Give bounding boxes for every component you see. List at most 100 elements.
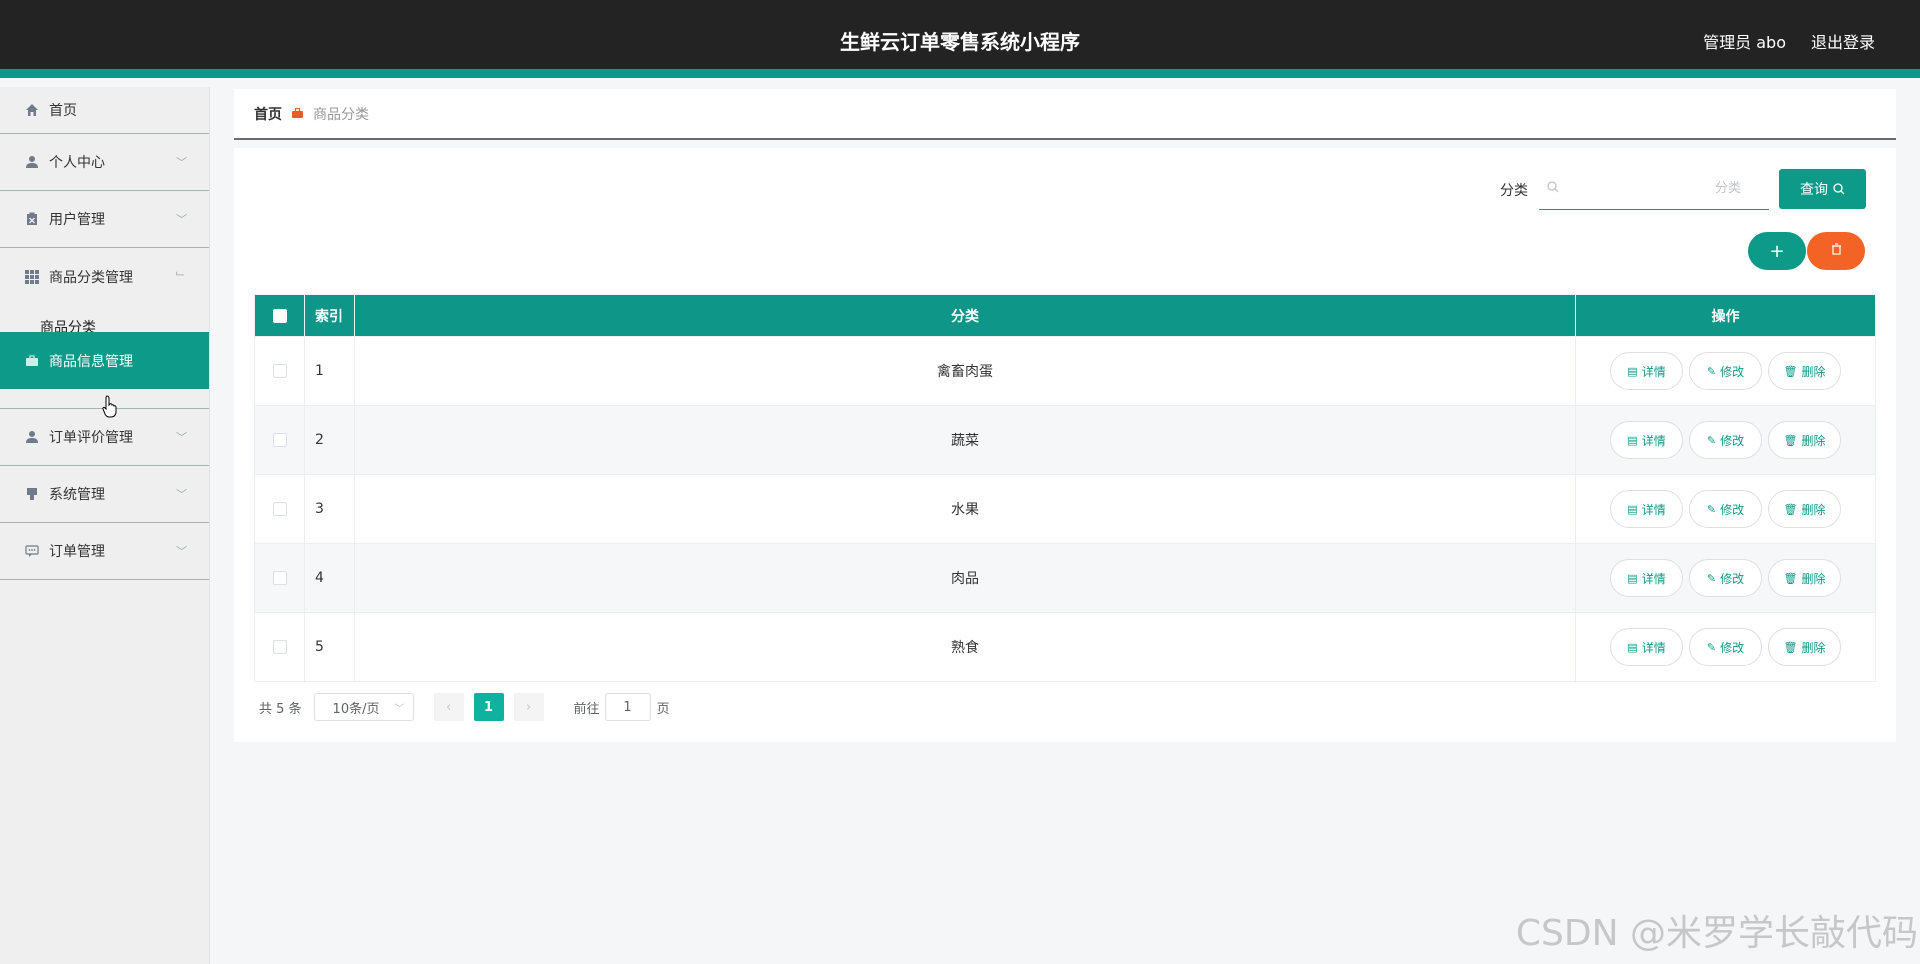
- table-row: 3 水果 ▤ 详情 ✎ 修改 🗑 删除: [254, 474, 1876, 544]
- sidebar: 首页 个人中心 ﹀ 用户管理 ﹀ 商品分类管理 ﹂ 商品分类 商品信息管理 订单: [0, 87, 210, 964]
- pencil-icon: ✎: [1706, 502, 1717, 516]
- batch-delete-button[interactable]: [1807, 232, 1865, 270]
- sidebar-item-label: 商品分类管理: [49, 269, 133, 286]
- top-header: 生鲜云订单零售系统小程序 管理员 abo 退出登录: [0, 0, 1920, 78]
- user-icon: [24, 429, 40, 445]
- edit-label: 修改: [1720, 502, 1745, 517]
- edit-button[interactable]: ✎ 修改: [1689, 559, 1762, 597]
- logout-link[interactable]: 退出登录: [1811, 29, 1875, 53]
- delete-button[interactable]: 🗑 删除: [1768, 421, 1841, 459]
- add-button[interactable]: +: [1748, 232, 1806, 270]
- page-size-select[interactable]: 10条/页 ﹀: [313, 693, 414, 721]
- edit-label: 修改: [1720, 364, 1745, 379]
- edit-button[interactable]: ✎ 修改: [1689, 421, 1762, 459]
- search-icon: [1833, 183, 1845, 195]
- edit-button[interactable]: ✎ 修改: [1689, 352, 1762, 390]
- detail-button[interactable]: ▤ 详情: [1610, 628, 1683, 666]
- chevron-down-icon: ﹀: [176, 431, 187, 444]
- detail-label: 详情: [1641, 502, 1666, 517]
- delete-button[interactable]: 🗑 删除: [1768, 490, 1841, 528]
- sidebar-item-label: 订单管理: [49, 544, 105, 560]
- sidebar-item-category-management[interactable]: 商品分类管理 ﹂: [0, 248, 209, 305]
- sidebar-item-user-management[interactable]: 用户管理 ﹀: [0, 191, 209, 248]
- row-checkbox[interactable]: [272, 433, 287, 447]
- sidebar-item-home[interactable]: 首页: [0, 87, 209, 134]
- detail-label: 详情: [1641, 640, 1666, 655]
- search-input[interactable]: [1559, 181, 1749, 196]
- sidebar-item-product-info[interactable]: 商品信息管理: [0, 332, 209, 389]
- detail-button[interactable]: ▤ 详情: [1610, 352, 1683, 390]
- select-all-cell: [254, 294, 305, 337]
- pencil-icon: ✎: [1706, 364, 1717, 378]
- header-index: 索引: [304, 294, 355, 337]
- query-button[interactable]: 查询: [1779, 169, 1866, 209]
- trash-icon: 🗑: [1783, 640, 1798, 654]
- trash-icon: 🗑: [1783, 502, 1798, 516]
- breadcrumb: 首页 商品分类: [234, 89, 1896, 140]
- row-category: 蔬菜: [354, 405, 1576, 475]
- edit-label: 修改: [1720, 640, 1745, 655]
- detail-button[interactable]: ▤ 详情: [1610, 490, 1683, 528]
- search-field: [1539, 168, 1769, 210]
- detail-button[interactable]: ▤ 详情: [1610, 421, 1683, 459]
- prev-page-button[interactable]: ‹: [433, 693, 464, 721]
- page-number-current[interactable]: 1: [473, 693, 504, 721]
- sidebar-item-system[interactable]: 系统管理 ﹀: [0, 466, 209, 523]
- row-category: 肉品: [354, 543, 1576, 613]
- row-checkbox[interactable]: [272, 502, 287, 516]
- delete-label: 删除: [1801, 433, 1826, 448]
- row-check-cell: [254, 336, 305, 406]
- plus-icon: +: [1769, 240, 1785, 262]
- clipboard-icon: [24, 211, 40, 227]
- sidebar-item-label: 商品信息管理: [49, 353, 133, 370]
- pencil-icon: ✎: [1706, 571, 1717, 585]
- row-category: 水果: [354, 474, 1576, 544]
- row-checkbox[interactable]: [272, 640, 287, 654]
- sidebar-subitem-label: 商品分类: [40, 320, 96, 332]
- row-index: 3: [304, 474, 355, 544]
- delete-button[interactable]: 🗑 删除: [1768, 352, 1841, 390]
- trash-icon: 🗑: [1783, 571, 1798, 585]
- header-ops: 操作: [1575, 294, 1876, 337]
- row-checkbox[interactable]: [272, 364, 287, 378]
- home-icon: [24, 102, 40, 118]
- table-row: 1 禽畜肉蛋 ▤ 详情 ✎ 修改 🗑 删除: [254, 336, 1876, 406]
- main-panel: 分类 查询 + 索引 分类 操作 1禽畜肉蛋▤详情✎修改🗑删除2蔬菜▤详情✎修改…: [234, 148, 1896, 742]
- select-all-checkbox[interactable]: [272, 308, 287, 323]
- row-ops: ▤ 详情 ✎ 修改 🗑 删除: [1575, 336, 1876, 406]
- sidebar-item-order-management[interactable]: 订单管理 ﹀: [0, 523, 209, 580]
- breadcrumb-home[interactable]: 首页: [254, 104, 282, 124]
- goto-unit: 页: [656, 701, 670, 717]
- row-check-cell: [254, 612, 305, 682]
- row-index: 5: [304, 612, 355, 682]
- next-page-button[interactable]: ›: [513, 693, 544, 721]
- edit-button[interactable]: ✎ 修改: [1689, 628, 1762, 666]
- search-label: 分类: [1500, 183, 1528, 199]
- delete-button[interactable]: 🗑 删除: [1768, 559, 1841, 597]
- sidebar-item-label: 订单评价管理: [49, 430, 133, 446]
- detail-button[interactable]: ▤ 详情: [1610, 559, 1683, 597]
- briefcase-icon: [24, 353, 40, 369]
- sidebar-item-label: 系统管理: [49, 487, 105, 503]
- sidebar-subitem-category[interactable]: 商品分类: [0, 305, 209, 332]
- edit-button[interactable]: ✎ 修改: [1689, 490, 1762, 528]
- query-button-label: 查询: [1800, 182, 1828, 198]
- chevron-down-icon: ﹀: [176, 545, 187, 558]
- goto-page-input[interactable]: [604, 693, 651, 721]
- edit-label: 修改: [1720, 571, 1745, 586]
- app-title: 生鲜云订单零售系统小程序: [840, 30, 1080, 54]
- edit-label: 修改: [1720, 433, 1745, 448]
- row-index: 1: [304, 336, 355, 406]
- row-checkbox[interactable]: [272, 571, 287, 585]
- row-check-cell: [254, 543, 305, 613]
- chevron-right-icon: ›: [525, 699, 532, 715]
- chat-icon: [24, 543, 40, 559]
- document-icon: ▤: [1627, 640, 1638, 654]
- grid-icon: [24, 269, 40, 285]
- sidebar-item-personal-center[interactable]: 个人中心 ﹀: [0, 134, 209, 191]
- delete-button[interactable]: 🗑 删除: [1768, 628, 1841, 666]
- pencil-icon: ✎: [1706, 640, 1717, 654]
- pagination: 共 5 条 10条/页 ﹀ ‹ 1 › 前往 页: [254, 693, 670, 721]
- search-icon: [1547, 180, 1559, 197]
- watermark: CSDN @米罗学长敲代码: [1515, 913, 1918, 954]
